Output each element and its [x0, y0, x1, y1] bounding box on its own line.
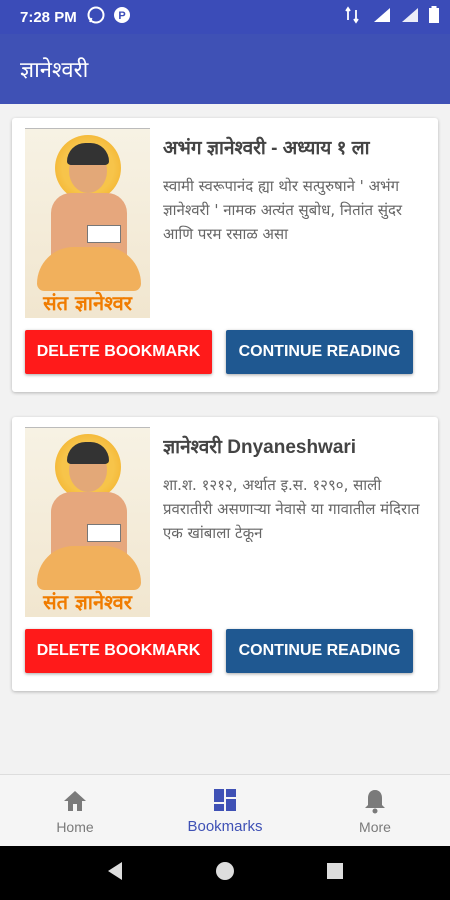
bookmark-title: अभंग ज्ञानेश्वरी - अध्याय १ ला [163, 138, 370, 159]
nav-item-bookmarks[interactable]: Bookmarks [150, 775, 300, 846]
battery-icon [428, 6, 440, 28]
nav-label-home: Home [56, 818, 94, 835]
nav-label-bookmarks: Bookmarks [187, 818, 263, 835]
status-icons-right [344, 6, 440, 28]
svg-text:P: P [118, 10, 125, 22]
data-icon [344, 6, 364, 28]
bookmark-card: संत ज्ञानेश्वर अभंग ज्ञानेश्वरी - अध्याय… [12, 118, 438, 392]
signal-icon [372, 6, 392, 28]
continue-reading-button[interactable]: CONTINUE READING [226, 330, 413, 374]
system-navigation-bar [0, 846, 450, 900]
bookmark-description: स्वामी स्वरूपानंद ह्या थोर सत्पुरुषाने '… [163, 177, 403, 243]
nav-label-more: More [359, 818, 391, 835]
app-bar: ज्ञानेश्वरी [0, 34, 450, 104]
nav-item-home[interactable]: Home [0, 775, 150, 846]
bottom-navigation: Home Bookmarks More [0, 774, 450, 846]
paytm-icon: P [113, 6, 131, 28]
back-icon[interactable] [104, 860, 126, 887]
home-button-icon[interactable] [214, 860, 236, 887]
status-time: 7:28 PM [20, 8, 77, 26]
bell-icon [363, 787, 387, 815]
bookmark-title: ज्ञानेश्वरी Dnyaneshwari [163, 437, 357, 458]
saint-dnyaneshwar-image: संत ज्ञानेश्वर [25, 427, 150, 617]
bookmark-description: शा.श. १२१२, अर्थात इ.स. १२९०, साली प्रवर… [163, 476, 420, 542]
dashboard-icon [212, 786, 238, 814]
image-caption: संत ज्ञानेश्वर [43, 291, 132, 315]
continue-reading-button[interactable]: CONTINUE READING [226, 629, 413, 673]
signal-icon-2 [400, 6, 420, 28]
home-icon [62, 787, 88, 815]
bookmark-list[interactable]: संत ज्ञानेश्वर अभंग ज्ञानेश्वरी - अध्याय… [0, 104, 450, 774]
status-bar: 7:28 PM P [0, 0, 450, 34]
recents-icon[interactable] [324, 860, 346, 887]
bookmark-card: संत ज्ञानेश्वर ज्ञानेश्वरी Dnyaneshwari … [12, 417, 438, 691]
page-title: ज्ञानेश्वरी [20, 57, 89, 82]
nav-item-more[interactable]: More [300, 775, 450, 846]
whatsapp-icon [87, 6, 105, 28]
delete-bookmark-button[interactable]: DELETE BOOKMARK [25, 330, 212, 374]
saint-dnyaneshwar-image: संत ज्ञानेश्वर [25, 128, 150, 318]
image-caption: संत ज्ञानेश्वर [43, 590, 132, 614]
delete-bookmark-button[interactable]: DELETE BOOKMARK [25, 629, 212, 673]
